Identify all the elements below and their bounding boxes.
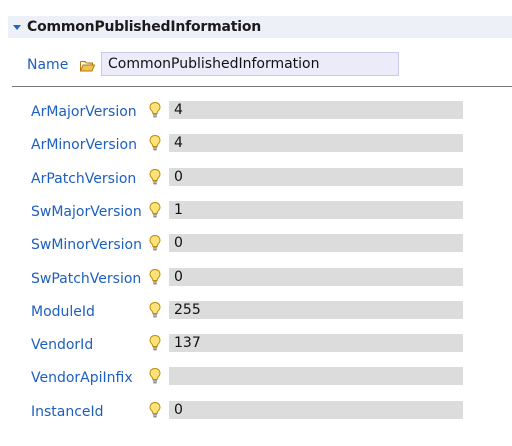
parameter-value-field[interactable]: 1 <box>169 201 463 219</box>
parameter-row-swminorversion: SwMinorVersion 0 <box>0 233 512 259</box>
lightbulb-icon[interactable] <box>148 367 162 385</box>
lightbulb-icon[interactable] <box>148 401 162 419</box>
section-header[interactable]: CommonPublishedInformation <box>8 16 512 38</box>
parameter-label: VendorId <box>31 337 94 353</box>
section-title: CommonPublishedInformation <box>27 19 262 35</box>
parameter-label: SwMinorVersion <box>31 237 142 253</box>
parameter-label: ArMajorVersion <box>31 104 137 120</box>
parameter-label: SwPatchVersion <box>31 271 142 287</box>
lightbulb-icon[interactable] <box>148 101 162 119</box>
parameter-value-field[interactable]: 4 <box>169 101 463 119</box>
name-label: Name <box>27 57 69 73</box>
parameter-row-vendorid: VendorId 137 <box>0 333 512 359</box>
name-input[interactable]: CommonPublishedInformation <box>101 52 399 76</box>
parameter-row-swpatchversion: SwPatchVersion 0 <box>0 267 512 293</box>
parameter-label: SwMajorVersion <box>31 204 142 220</box>
parameter-value-field[interactable] <box>169 367 463 385</box>
lightbulb-icon[interactable] <box>148 268 162 286</box>
folder-open-icon[interactable] <box>80 60 95 72</box>
lightbulb-icon[interactable] <box>148 168 162 186</box>
parameter-label: ArMinorVersion <box>31 137 137 153</box>
parameter-value-field[interactable]: 0 <box>169 234 463 252</box>
parameter-value-field[interactable]: 0 <box>169 268 463 286</box>
parameter-value-field[interactable]: 137 <box>169 334 463 352</box>
parameter-value-field[interactable]: 0 <box>169 401 463 419</box>
parameter-value-field[interactable]: 255 <box>169 301 463 319</box>
parameter-row-moduleid: ModuleId 255 <box>0 300 512 326</box>
name-row: Name CommonPublishedInformation <box>0 52 512 78</box>
parameter-row-arminorversion: ArMinorVersion 4 <box>0 133 512 159</box>
parameter-row-armajorversion: ArMajorVersion 4 <box>0 100 512 126</box>
parameter-value-field[interactable]: 4 <box>169 134 463 152</box>
parameter-row-instanceid: InstanceId 0 <box>0 400 512 426</box>
parameter-label: ModuleId <box>31 304 95 320</box>
parameter-label: InstanceId <box>31 404 104 420</box>
parameter-label: VendorApiInfix <box>31 370 133 386</box>
lightbulb-icon[interactable] <box>148 334 162 352</box>
collapse-triangle-icon[interactable] <box>13 24 21 30</box>
parameter-row-vendorapiinfix: VendorApiInfix <box>0 366 512 392</box>
lightbulb-icon[interactable] <box>148 234 162 252</box>
parameter-label: ArPatchVersion <box>31 171 137 187</box>
parameter-row-swmajorversion: SwMajorVersion 1 <box>0 200 512 226</box>
lightbulb-icon[interactable] <box>148 134 162 152</box>
parameter-row-arpatchversion: ArPatchVersion 0 <box>0 167 512 193</box>
parameter-value-field[interactable]: 0 <box>169 168 463 186</box>
lightbulb-icon[interactable] <box>148 301 162 319</box>
lightbulb-icon[interactable] <box>148 201 162 219</box>
divider <box>12 86 512 87</box>
